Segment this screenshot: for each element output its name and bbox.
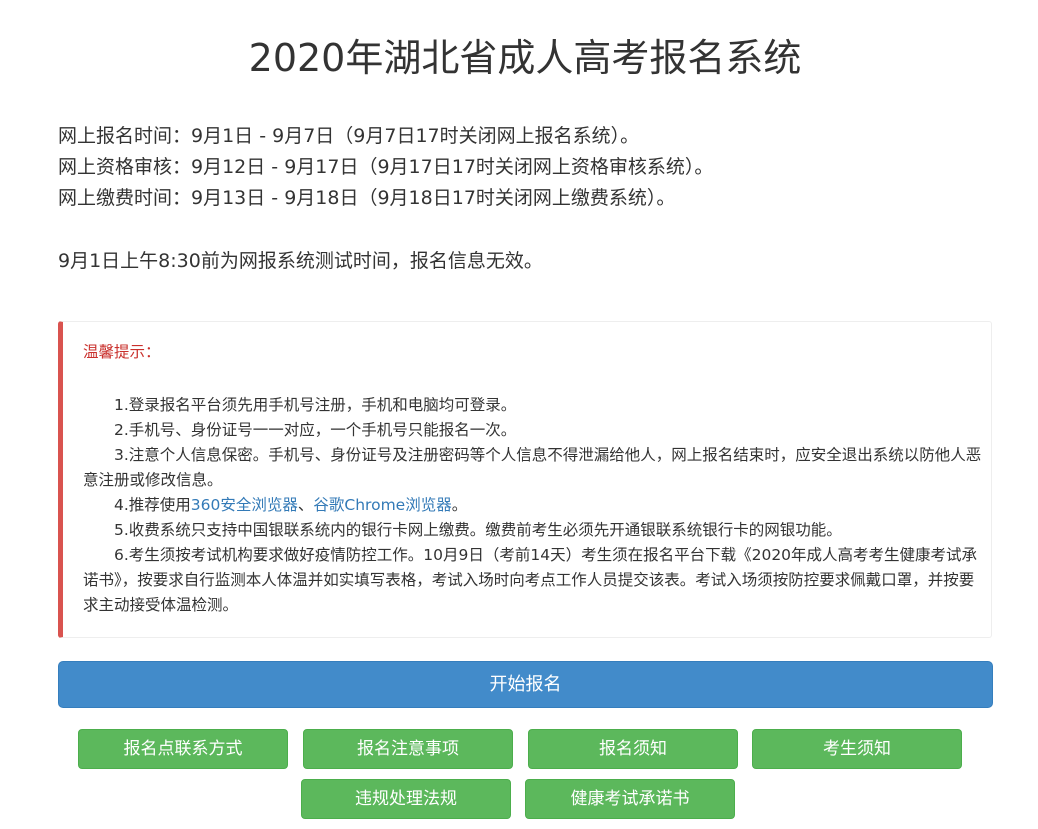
registration-period: 网上报名时间：9月1日 - 9月7日（9月7日17时关闭网上报名系统）。 — [58, 125, 640, 147]
tip-item-6: 6.考生须按考试机构要求做好疫情防控工作。10月9日（考前14天）考生须在报名平… — [83, 546, 978, 614]
health-pledge-button[interactable]: 健康考试承诺书 — [525, 779, 735, 819]
tips-title: 温馨提示： — [83, 343, 161, 361]
candidate-guide-button[interactable]: 考生须知 — [752, 729, 962, 769]
chrome-browser-link[interactable]: 谷歌Chrome浏览器 — [313, 496, 451, 514]
violation-rules-button[interactable]: 违规处理法规 — [301, 779, 511, 819]
test-period-notice: 9月1日上午8:30前为网报系统测试时间，报名信息无效。 — [58, 250, 543, 272]
page-title: 2020年湖北省成人高考报名系统 — [248, 36, 802, 80]
tip-item-2: 2.手机号、身份证号一一对应，一个手机号只能报名一次。 — [114, 421, 517, 439]
tip-item-4-separator: 、 — [297, 496, 314, 514]
registration-guide-button[interactable]: 报名须知 — [528, 729, 738, 769]
tip-item-4-suffix: 。 — [451, 496, 468, 514]
tip-item-5: 5.收费系统只支持中国银联系统内的银行卡网上缴费。缴费前考生必须先开通银联系统银… — [114, 521, 842, 539]
schedule-block: 网上报名时间：9月1日 - 9月7日（9月7日17时关闭网上报名系统）。 网上资… — [58, 121, 713, 214]
payment-period: 网上缴费时间：9月13日 - 9月18日（9月18日17时关闭网上缴费系统）。 — [58, 187, 676, 209]
tip-item-1: 1.登录报名平台须先用手机号注册，手机和电脑均可登录。 — [114, 396, 517, 414]
tips-panel: 温馨提示： 1.登录报名平台须先用手机号注册，手机和电脑均可登录。 2.手机号、… — [58, 321, 992, 638]
contact-info-button[interactable]: 报名点联系方式 — [78, 729, 288, 769]
qualification-review-period: 网上资格审核：9月12日 - 9月17日（9月17日17时关闭网上资格审核系统）… — [58, 156, 714, 178]
start-registration-button[interactable]: 开始报名 — [58, 661, 993, 708]
tip-item-4: 4.推荐使用360安全浏览器、谷歌Chrome浏览器。 — [83, 493, 983, 518]
tip-item-3: 3.注意个人信息保密。手机号、身份证号及注册密码等个人信息不得泄漏给他人，网上报… — [83, 446, 982, 489]
registration-precautions-button[interactable]: 报名注意事项 — [303, 729, 513, 769]
360-browser-link[interactable]: 360安全浏览器 — [191, 496, 298, 514]
tip-item-4-prefix: 4.推荐使用 — [114, 496, 191, 514]
